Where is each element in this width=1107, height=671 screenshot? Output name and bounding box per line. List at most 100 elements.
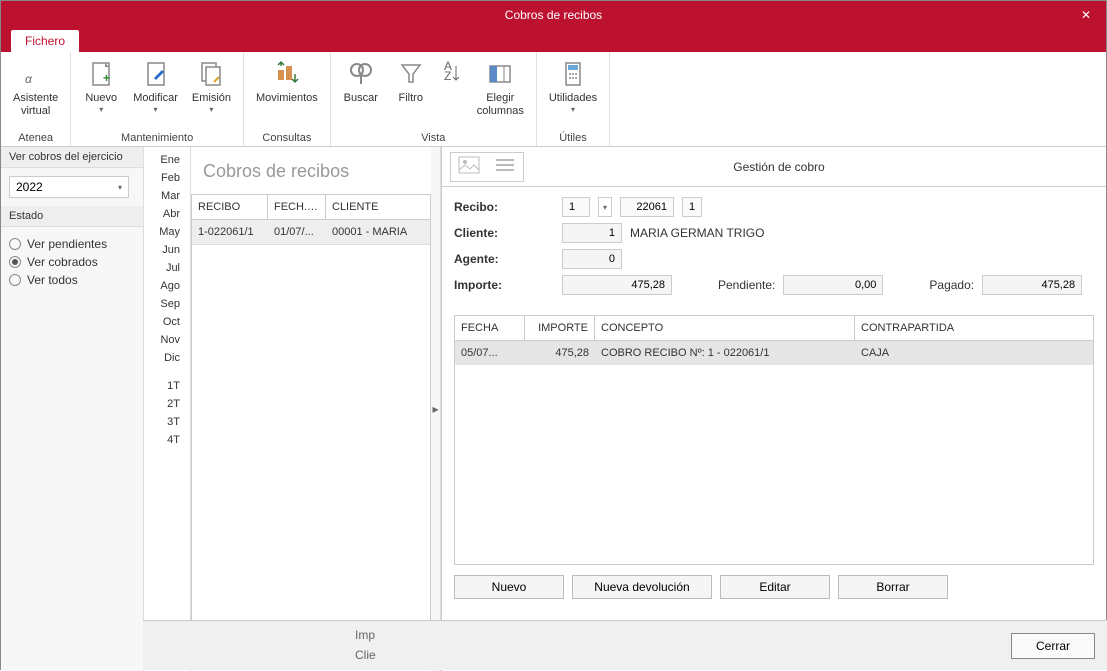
ribbon-label: Buscar bbox=[344, 92, 378, 105]
month-mar[interactable]: Mar bbox=[144, 187, 190, 205]
month-dic[interactable]: Dic bbox=[144, 349, 190, 367]
col-fecha[interactable]: FECHA bbox=[455, 316, 525, 340]
ribbon-nuevo[interactable]: + Nuevo ▾ bbox=[77, 56, 125, 116]
tab-fichero[interactable]: Fichero bbox=[11, 30, 79, 52]
image-icon bbox=[458, 156, 480, 177]
detail-header: Gestión de cobro bbox=[442, 147, 1106, 187]
chevron-down-icon: ▾ bbox=[571, 105, 575, 114]
month-may[interactable]: May bbox=[144, 223, 190, 241]
recibos-grid: RECIBO FECH. ... CLIENTE 1-022061/1 01/0… bbox=[191, 194, 431, 641]
titlebar: Cobros de recibos ✕ bbox=[1, 1, 1106, 28]
panel-expander[interactable]: ▸ bbox=[431, 147, 441, 671]
chevron-down-icon: ▾ bbox=[154, 105, 158, 114]
cell-recibo: 1-022061/1 bbox=[192, 220, 268, 244]
label-agente: Agente: bbox=[454, 252, 524, 266]
cliente-num-input[interactable] bbox=[562, 223, 622, 243]
ribbon-elegir-columnas[interactable]: Elegircolumnas bbox=[471, 56, 530, 120]
ribbon-label: Asistentevirtual bbox=[13, 92, 58, 118]
radio-label: Ver pendientes bbox=[27, 237, 107, 251]
quarter-2t[interactable]: 2T bbox=[144, 395, 190, 413]
ribbon-label: Movimientos bbox=[256, 92, 318, 105]
importe-input bbox=[562, 275, 672, 295]
right-panel: Gestión de cobro Recibo: ▾ Cliente: MARI… bbox=[441, 147, 1106, 671]
ribbon-modificar[interactable]: Modificar ▾ bbox=[127, 56, 184, 116]
editar-button[interactable]: Editar bbox=[720, 575, 830, 599]
col-recibo[interactable]: RECIBO bbox=[192, 195, 268, 219]
month-ene[interactable]: Ene bbox=[144, 151, 190, 169]
radio-ver-todos[interactable]: Ver todos bbox=[9, 271, 135, 289]
form-area: Recibo: ▾ Cliente: MARIA GERMAN TRIGO Ag… bbox=[442, 187, 1106, 315]
borrar-button[interactable]: Borrar bbox=[838, 575, 948, 599]
ribbon-group-atenea: α Asistentevirtual Atenea bbox=[1, 52, 71, 146]
month-abr[interactable]: Abr bbox=[144, 205, 190, 223]
radio-ver-cobrados[interactable]: Ver cobrados bbox=[9, 253, 135, 271]
ribbon-asistente-virtual[interactable]: α Asistentevirtual bbox=[7, 56, 64, 120]
col-fecha[interactable]: FECH. ... bbox=[268, 195, 326, 219]
month-ago[interactable]: Ago bbox=[144, 277, 190, 295]
col-cliente[interactable]: CLIENTE bbox=[326, 195, 430, 219]
amounts-row: Importe: Pendiente: Pagado: bbox=[454, 275, 1094, 295]
radio-ver-pendientes[interactable]: Ver pendientes bbox=[9, 235, 135, 253]
pendiente-input bbox=[783, 275, 883, 295]
recibo-num-input[interactable] bbox=[620, 197, 674, 217]
table-row[interactable]: 05/07... 475,28 COBRO RECIBO Nº: 1 - 022… bbox=[455, 341, 1093, 365]
detail-grid-header: FECHA IMPORTE CONCEPTO CONTRAPARTIDA bbox=[455, 316, 1093, 341]
ribbon-group-vista: Buscar Filtro AZ Elegircolumnas Vista bbox=[331, 52, 537, 146]
year-select[interactable]: 2022 ▾ bbox=[9, 176, 129, 198]
radio-label: Ver cobrados bbox=[27, 255, 98, 269]
cerrar-button[interactable]: Cerrar bbox=[1011, 633, 1095, 659]
nuevo-button[interactable]: Nuevo bbox=[454, 575, 564, 599]
quarter-3t[interactable]: 3T bbox=[144, 413, 190, 431]
col-importe[interactable]: IMPORTE bbox=[525, 316, 595, 340]
close-button[interactable]: ✕ bbox=[1066, 1, 1106, 28]
left-panel: Ver cobros del ejercicio 2022 ▾ Estado V… bbox=[1, 147, 144, 671]
form-row-agente: Agente: bbox=[454, 249, 1094, 269]
chevron-down-icon[interactable]: ▾ bbox=[598, 197, 612, 217]
panel-title: Cobros de recibos bbox=[191, 147, 431, 194]
ribbon-movimientos[interactable]: Movimientos bbox=[250, 56, 324, 107]
ribbon-group-label: Consultas bbox=[250, 131, 324, 144]
ribbon-emision[interactable]: Emisión ▾ bbox=[186, 56, 237, 116]
cell-cliente: 00001 - MARIA bbox=[326, 220, 430, 244]
filter-icon bbox=[395, 58, 427, 90]
label-pagado: Pagado: bbox=[929, 278, 974, 292]
month-jul[interactable]: Jul bbox=[144, 259, 190, 277]
cell-contrapartida: CAJA bbox=[855, 341, 1093, 365]
recibo-serie-input[interactable] bbox=[562, 197, 590, 217]
view-image-button[interactable] bbox=[451, 153, 487, 181]
quarter-1t[interactable]: 1T bbox=[144, 377, 190, 395]
detail-title: Gestión de cobro bbox=[532, 160, 1106, 174]
ribbon-group-label: Vista bbox=[337, 131, 530, 144]
footer-line2: Clie bbox=[155, 646, 376, 665]
ribbon-buscar[interactable]: Buscar bbox=[337, 56, 385, 120]
month-nov[interactable]: Nov bbox=[144, 331, 190, 349]
label-pendiente: Pendiente: bbox=[718, 278, 775, 292]
month-feb[interactable]: Feb bbox=[144, 169, 190, 187]
ribbon-label: Nuevo bbox=[85, 92, 117, 105]
month-sep[interactable]: Sep bbox=[144, 295, 190, 313]
ribbon-filtro[interactable]: Filtro bbox=[387, 56, 435, 120]
quarter-4t[interactable]: 4T bbox=[144, 431, 190, 449]
nueva-devolucion-button[interactable]: Nueva devolución bbox=[572, 575, 712, 599]
ribbon-group-mantenimiento: + Nuevo ▾ Modificar ▾ Emisión ▾ Mantenim… bbox=[71, 52, 244, 146]
agente-input[interactable] bbox=[562, 249, 622, 269]
cell-fecha: 01/07/... bbox=[268, 220, 326, 244]
cell-importe: 475,28 bbox=[525, 341, 595, 365]
month-oct[interactable]: Oct bbox=[144, 313, 190, 331]
cell-fecha: 05/07... bbox=[455, 341, 525, 365]
recibo-suffix-input[interactable] bbox=[682, 197, 702, 217]
action-buttons: Nuevo Nueva devolución Editar Borrar bbox=[442, 565, 1106, 609]
month-spacer bbox=[144, 367, 190, 377]
col-contrapartida[interactable]: CONTRAPARTIDA bbox=[855, 316, 1093, 340]
section-header-ejercicio: Ver cobros del ejercicio bbox=[1, 147, 143, 168]
col-concepto[interactable]: CONCEPTO bbox=[595, 316, 855, 340]
ribbon-sort[interactable]: AZ bbox=[437, 56, 469, 120]
ribbon-utilidades[interactable]: Utilidades ▾ bbox=[543, 56, 603, 116]
new-doc-icon: + bbox=[85, 58, 117, 90]
table-row[interactable]: 1-022061/1 01/07/... 00001 - MARIA bbox=[192, 220, 430, 245]
view-list-button[interactable] bbox=[487, 153, 523, 181]
label-cliente: Cliente: bbox=[454, 226, 524, 240]
edit-doc-icon bbox=[140, 58, 172, 90]
estado-radio-group: Ver pendientes Ver cobrados Ver todos bbox=[1, 227, 143, 297]
month-jun[interactable]: Jun bbox=[144, 241, 190, 259]
